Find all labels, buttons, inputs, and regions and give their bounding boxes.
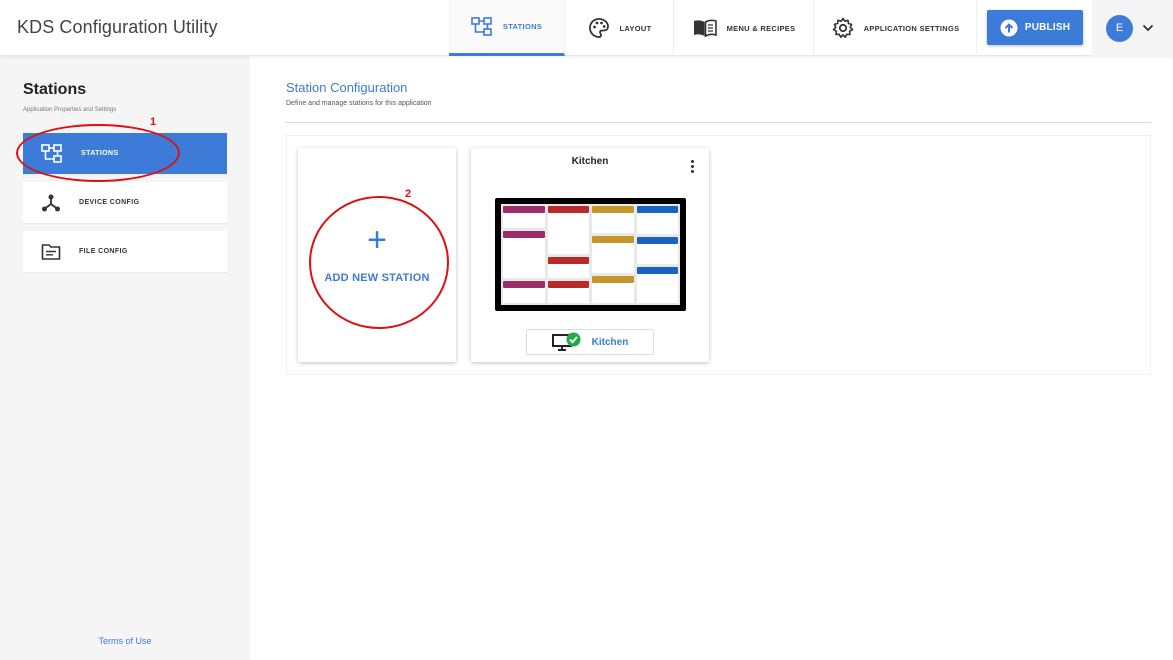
annotation-number-1: 1 <box>150 116 157 128</box>
tab-layout[interactable]: LAYOUT <box>566 0 674 56</box>
plus-icon: + <box>367 221 387 259</box>
sidebar-title: Stations <box>23 81 87 98</box>
tab-stations[interactable]: STATIONS <box>449 0 565 56</box>
tab-stations-label: STATIONS <box>502 22 543 31</box>
station-kitchen-button[interactable]: Kitchen <box>526 329 654 355</box>
gear-icon <box>832 17 853 38</box>
top-bar: KDS Configuration Utility STATIONS LAYOU… <box>0 0 1173 56</box>
tab-layout-label: LAYOUT <box>619 23 652 33</box>
stations-icon <box>471 16 492 36</box>
station-kitchen-button-label: Kitchen <box>591 336 629 348</box>
sidebar: Stations Application Properties and Sett… <box>0 56 250 660</box>
sidebar-item-stations[interactable]: STATIONS <box>23 133 227 175</box>
sidebar-item-device-config-label: DEVICE CONFIG <box>79 199 140 206</box>
tab-application-settings[interactable]: APPLICATION SETTINGS <box>815 0 977 56</box>
palette-icon <box>588 18 609 38</box>
app-title: KDS Configuration Utility <box>17 17 218 37</box>
avatar: E <box>1106 14 1133 42</box>
station-card-title: Kitchen <box>571 156 609 167</box>
tab-application-settings-label: APPLICATION SETTINGS <box>863 23 960 33</box>
divider <box>286 122 1151 123</box>
add-new-station-label: ADD NEW STATION <box>324 272 430 284</box>
stations-icon <box>41 143 62 163</box>
station-card-kitchen: Kitchen Kitchen <box>471 148 709 362</box>
book-icon <box>693 19 717 38</box>
kds-screen-preview <box>495 198 686 311</box>
publish-button-label: PUBLISH <box>1024 22 1071 33</box>
kds-configuration-app: KDS Configuration Utility STATIONS LAYOU… <box>0 0 1173 660</box>
more-vert-icon[interactable] <box>688 160 696 174</box>
annotation-number-2: 2 <box>405 188 412 200</box>
sidebar-subtitle: Application Properties and Settings <box>23 107 117 113</box>
chevron-down-icon <box>1142 24 1154 32</box>
monitor-online-icon <box>551 332 581 351</box>
tab-menu-recipes-label: MENU & RECIPES <box>726 23 796 33</box>
user-menu[interactable]: E <box>1092 0 1173 56</box>
page-title: Station Configuration <box>286 80 408 95</box>
sidebar-item-file-config-label: FILE CONFIG <box>79 248 128 255</box>
upload-icon <box>1000 19 1018 36</box>
sidebar-item-file-config[interactable]: FILE CONFIG <box>23 231 227 273</box>
publish-button[interactable]: PUBLISH <box>987 10 1083 45</box>
page-subtitle: Define and manage stations for this appl… <box>286 100 432 107</box>
add-new-station-card[interactable]: + ADD NEW STATION <box>298 148 456 362</box>
sidebar-item-device-config[interactable]: DEVICE CONFIG <box>23 182 227 224</box>
device-hub-icon <box>42 194 60 211</box>
tab-menu-recipes[interactable]: MENU & RECIPES <box>675 0 814 56</box>
sidebar-item-stations-label: STATIONS <box>81 150 119 157</box>
terms-of-use-link[interactable]: Terms of Use <box>0 636 250 646</box>
file-icon <box>41 243 61 260</box>
